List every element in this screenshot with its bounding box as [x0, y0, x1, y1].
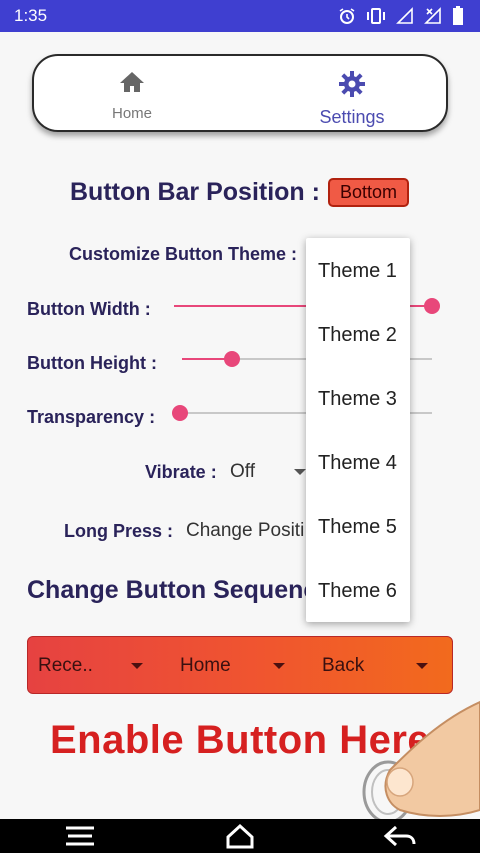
long-press-value[interactable]: Change Positi — [186, 520, 306, 542]
gear-icon — [339, 71, 365, 97]
theme-option-5[interactable]: Theme 5 — [318, 516, 397, 539]
signal-icon — [396, 7, 413, 24]
width-slider-thumb[interactable] — [424, 298, 440, 314]
vibrate-chevron-down-icon[interactable] — [294, 469, 306, 475]
menu-icon[interactable] — [64, 823, 96, 849]
nav-home-label: Home — [111, 105, 152, 122]
chevron-down-icon[interactable] — [273, 663, 285, 669]
nav-settings-label: Settings — [319, 107, 385, 127]
theme-option-3[interactable]: Theme 3 — [318, 388, 397, 411]
chevron-down-icon[interactable] — [416, 663, 428, 669]
position-row: Button Bar Position : Bottom — [70, 178, 410, 207]
finger-tap-icon — [362, 700, 480, 824]
vibrate-value[interactable]: Off — [230, 461, 255, 483]
home-icon — [120, 72, 144, 92]
status-icons — [338, 6, 464, 26]
sequence-title: Change Button Sequence — [27, 576, 332, 604]
width-label: Button Width : — [27, 299, 151, 319]
nav-settings[interactable]: Settings — [282, 70, 422, 128]
theme-dropdown: Theme 1 Theme 2 Theme 3 Theme 4 Theme 5 … — [306, 238, 410, 622]
transparency-slider-thumb[interactable] — [172, 405, 188, 421]
battery-icon — [453, 6, 463, 25]
home-icon[interactable] — [224, 823, 256, 849]
theme-option-4[interactable]: Theme 4 — [318, 452, 397, 475]
sequence-slot-1[interactable]: Rece.. — [38, 655, 93, 677]
position-title: Button Bar Position : — [70, 178, 320, 206]
alarm-icon — [339, 8, 355, 24]
theme-option-6[interactable]: Theme 6 — [318, 580, 397, 603]
transparency-label: Transparency : — [27, 407, 156, 427]
long-press-label: Long Press : — [64, 521, 174, 541]
theme-option-1[interactable]: Theme 1 — [318, 260, 397, 283]
back-icon[interactable] — [382, 823, 416, 849]
system-nav-bar — [0, 819, 480, 853]
vibrate-label: Vibrate : — [145, 462, 217, 482]
no-data-icon — [424, 7, 441, 24]
sequence-slot-3[interactable]: Back — [322, 655, 364, 677]
button-sequence-bar: Rece.. Home Back — [27, 636, 453, 694]
height-slider-thumb[interactable] — [224, 351, 240, 367]
theme-option-2[interactable]: Theme 2 — [318, 324, 397, 347]
position-value-button[interactable]: Bottom — [327, 178, 410, 207]
height-label: Button Height : — [27, 353, 157, 373]
sequence-slot-2[interactable]: Home — [180, 655, 231, 677]
status-time: 1:35 — [14, 6, 48, 25]
vibrate-icon — [367, 8, 385, 24]
status-bar: 1:35 — [0, 0, 480, 32]
top-nav-card: Home Settings — [32, 54, 448, 132]
customize-theme-label: Customize Button Theme : — [69, 244, 297, 264]
nav-home[interactable]: Home — [62, 70, 202, 122]
chevron-down-icon[interactable] — [131, 663, 143, 669]
